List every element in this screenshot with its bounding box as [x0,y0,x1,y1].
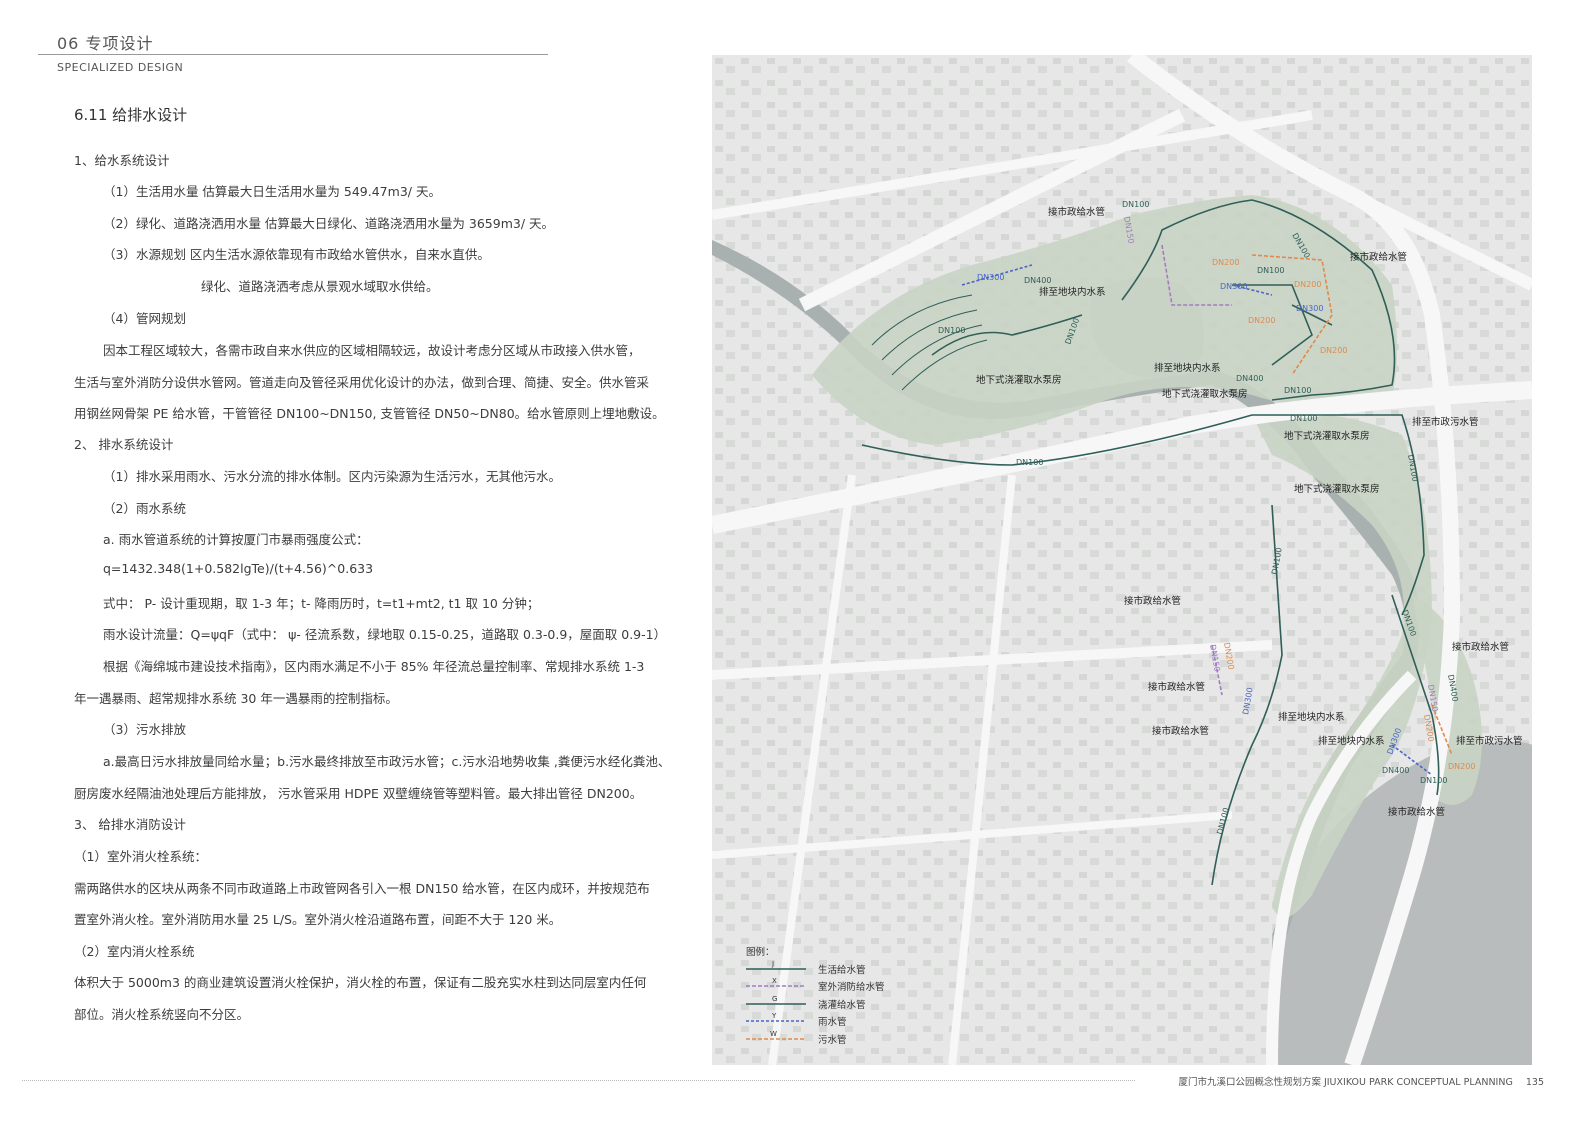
map-label: 排至市政污水管 [1456,735,1523,747]
pipe-label: DN100 [1284,386,1311,395]
footer-title: 厦门市九溪口公园概念性规划方案 JIUXIKOU PARK CONCEPTUAL… [1178,1077,1513,1088]
map-label: 排至市政污水管 [1412,416,1479,428]
paragraph-line: （3）污水排放 [103,722,186,737]
paragraph-line: 厨房废水经隔油池处理后方能排放， 污水管采用 HDPE 双壁缠绕管等塑料管。最大… [74,786,643,801]
pipe-label: DN300 [977,273,1004,282]
paragraph-line: 因本工程区域较大，各需市政自来水供应的区域相隔较远，故设计考虑分区域从市政接入供… [103,343,641,358]
map-label: 排至地块内水系 [1278,711,1345,723]
paragraph-line: （1）室外消火栓系统： [74,849,207,864]
pipe-label: DN100 [1122,200,1149,209]
map-label: 排至地块内水系 [1318,735,1385,747]
pipe-label: DN300 [1220,282,1247,291]
legend-label: 污水管 [818,1034,847,1046]
page-number: 135 [1525,1077,1544,1088]
paragraph-line: 根据《海绵城市建设技术指南》，区内雨水满足不小于 85% 年径流总量控制率、常规… [103,659,645,674]
drainage-plan-map: 接市政给水管 接市政给水管 排至地块内水系 排至地块内水系 地下式浇灌取水泵房 … [712,55,1532,1065]
header-divider [38,54,548,55]
pipe-label: DN200 [1294,280,1321,289]
pipe-label: DN200 [1448,762,1475,771]
map-label: 接市政给水管 [1048,206,1105,218]
map-label: 接市政给水管 [1152,725,1209,737]
paragraph-line: 部位。消火栓系统竖向不分区。 [74,1007,250,1022]
paragraph-line: 年一遇暴雨、超常规排水系统 30 年一遇暴雨的控制指标。 [74,691,398,706]
map-label: 接市政给水管 [1388,806,1445,818]
pipe-label: DN400 [1236,374,1263,383]
paragraph-line: 需两路供水的区块从两条不同市政道路上市政管网各引入一根 DN150 给水管，在区… [74,881,650,896]
paragraph-line: （2）室内消火栓系统 [74,944,195,959]
map-label: 地下式浇灌取水泵房 [976,374,1062,386]
pipe-label: DN400 [1024,276,1051,285]
paragraph-line: （1）生活用水量 估算最大日生活用水量为 549.47m3/ 天。 [103,184,441,199]
pipe-label: DN400 [1382,766,1409,775]
map-label: 地下式浇灌取水泵房 [1162,388,1248,400]
pipe-label: DN100 [1290,414,1317,423]
paragraph-line: q=1432.348(1+0.582lgTe)/(t+4.56)^0.633 [103,561,374,576]
map-label: 排至地块内水系 [1039,286,1106,298]
pipe-label: DN100 [938,326,965,335]
paragraph-line: 体积大于 5000m3 的商业建筑设置消火栓保护，消火栓的布置，保证有二股充实水… [74,975,647,990]
pipe-label: DN200 [1320,346,1347,355]
paragraph-line: 置室外消火栓。室外消防用水量 25 L/S。室外消火栓沿道路布置，间距不大于 1… [74,912,562,927]
paragraph-line: （3）水源规划 区内生活水源依靠现有市政给水管供水，自来水直供。 [103,247,490,262]
map-label: 接市政给水管 [1124,595,1181,607]
pipe-label: DN300 [1296,304,1323,313]
section-title: 6.11 给排水设计 [74,106,188,124]
section-english: SPECIALIZED DESIGN [57,61,184,74]
section-number: 06 专项设计 [57,34,154,53]
paragraph-line: 雨水设计流量：Q=ψqF（式中： ψ- 径流系数，绿地取 0.15-0.25，道… [103,627,667,642]
map-label: 接市政给水管 [1148,681,1205,693]
legend-label: 浇灌给水管 [818,999,866,1011]
paragraph-line: a. 雨水管道系统的计算按厦门市暴雨强度公式： [103,532,369,547]
pipe-label: DN200 [1212,258,1239,267]
pipe-label: DN100 [1420,776,1447,785]
paragraph-line: 2、 排水系统设计 [74,437,174,452]
legend-label: 生活给水管 [818,964,866,976]
legend-code: G [772,995,777,1003]
footer-dotted-rule [22,1080,1135,1081]
paragraph-line: a.最高日污水排放量同给水量；b.污水最终排放至市政污水管；c.污水沿地势收集 … [103,754,671,769]
map-label: 地下式浇灌取水泵房 [1294,483,1380,495]
paragraph-line: 生活与室外消防分设供水管网。管道走向及管径采用优化设计的办法，做到合理、简捷、安… [74,375,650,390]
pipe-label: DN200 [1248,316,1275,325]
footer: 厦门市九溪口公园概念性规划方案 JIUXIKOU PARK CONCEPTUAL… [1178,1074,1544,1088]
map-label: 排至地块内水系 [1154,362,1221,374]
pipe-label: DN100 [1016,458,1043,467]
map-label: 地下式浇灌取水泵房 [1284,430,1370,442]
pipe-label: DN100 [1257,266,1284,275]
paragraph-line: （1）排水采用雨水、污水分流的排水体制。区内污染源为生活污水，无其他污水。 [103,469,561,484]
paragraph-line: 1、给水系统设计 [74,153,170,168]
map-label: 接市政给水管 [1350,251,1407,263]
legend-label: 室外消防给水管 [818,981,885,993]
paragraph-line: 用钢丝网骨架 PE 给水管，干管管径 DN100~DN150, 支管管径 DN5… [74,406,665,421]
paragraph-line: 3、 给排水消防设计 [74,817,186,832]
paragraph-line: （4）管网规划 [103,311,186,326]
legend-title: 图例： [746,946,775,958]
legend-code: Y [771,1012,777,1020]
paragraph-line: 式中： P- 设计重现期，取 1-3 年；t- 降雨历时，t=t1+mt2, t… [103,596,540,611]
legend-label: 雨水管 [818,1016,847,1028]
paragraph-line: 绿化、道路浇洒考虑从景观水域取水供给。 [201,279,439,294]
paragraph-line: （2）雨水系统 [103,501,186,516]
legend-code: W [770,1030,777,1038]
map-label: 接市政给水管 [1452,641,1509,653]
paragraph-line: （2）绿化、道路浇洒用水量 估算最大日绿化、道路浇洒用水量为 3659m3/ 天… [103,216,555,231]
legend-code: J [771,960,774,968]
legend-code: X [772,977,777,985]
